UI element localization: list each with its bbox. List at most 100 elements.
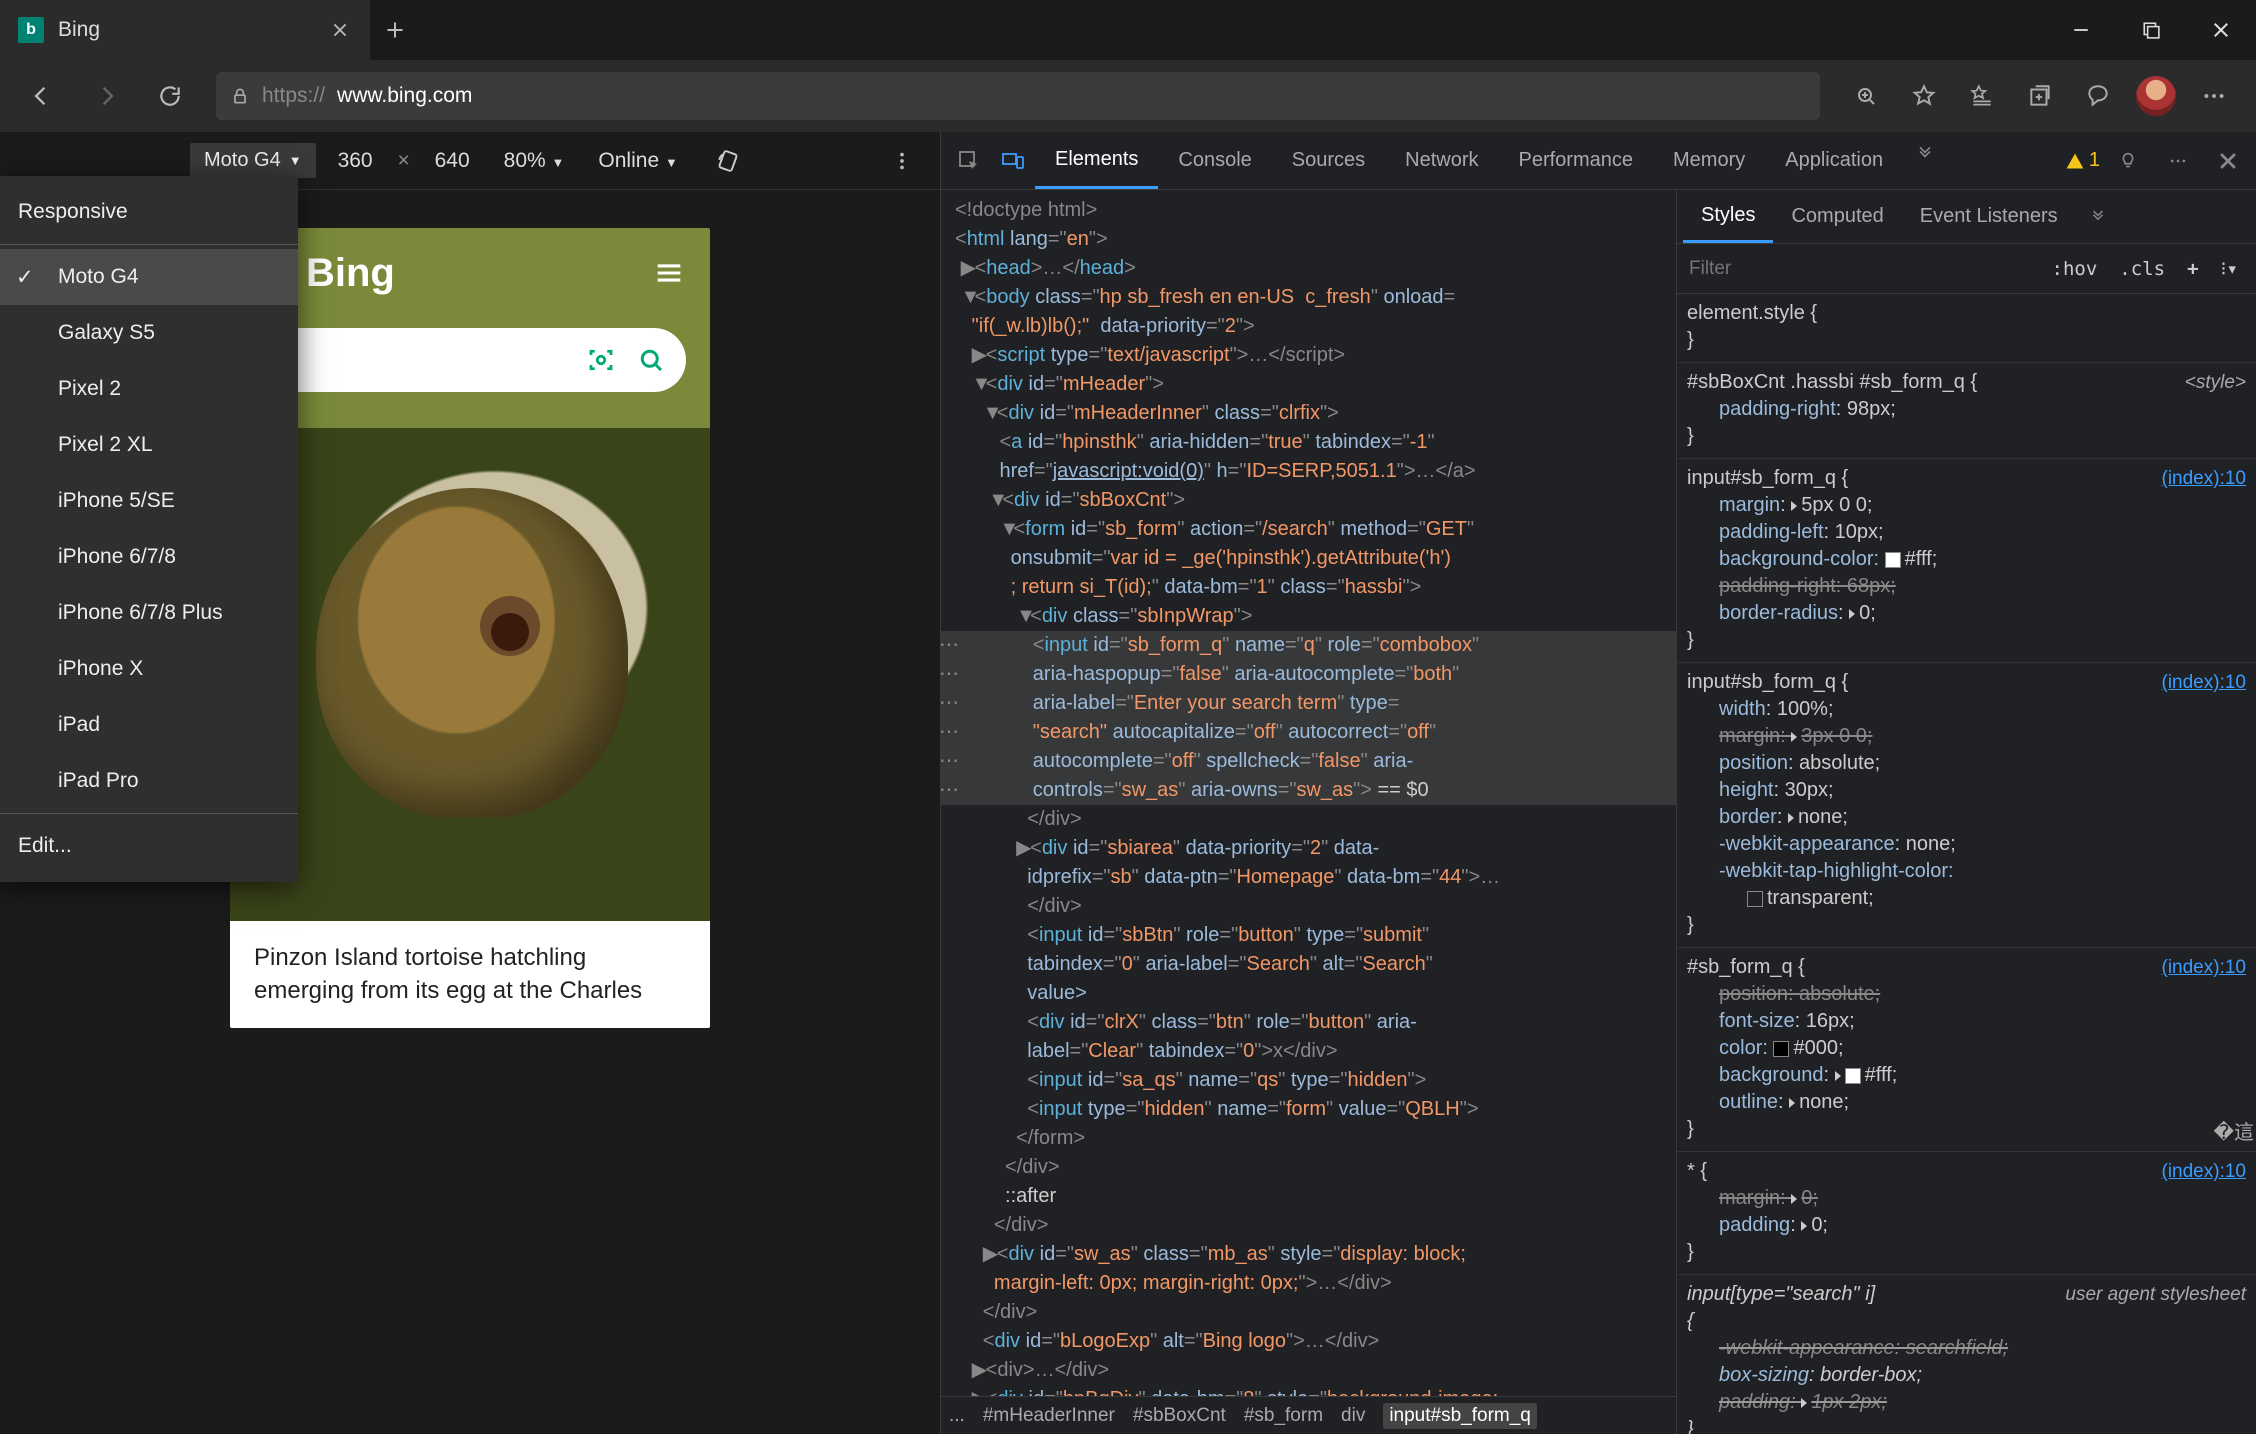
rule-source: user agent stylesheet <box>2065 1281 2246 1308</box>
rule-source[interactable]: (index):10 <box>2162 1158 2247 1185</box>
new-issues-button[interactable] <box>2106 139 2150 183</box>
hov-toggle[interactable]: :hov <box>2046 258 2104 280</box>
dom-tree[interactable]: <!doctype html> <html lang="en"> ▶<head>… <box>941 190 1676 1396</box>
window-controls <box>2046 0 2256 60</box>
device-menu-item[interactable]: iPad Pro <box>0 753 298 809</box>
zoom-dropdown[interactable]: 80% ▼ <box>492 149 577 173</box>
back-button[interactable] <box>14 68 70 124</box>
device-menu-item[interactable]: iPhone X <box>0 641 298 697</box>
styles-rules[interactable]: element.style { } #sbBoxCnt .hassbi #sb_… <box>1677 294 2256 1434</box>
tab-styles[interactable]: Styles <box>1683 190 1773 243</box>
feedback-button[interactable] <box>2070 68 2126 124</box>
more-tabs-button[interactable] <box>1903 132 1947 176</box>
hamburger-button[interactable] <box>652 256 686 290</box>
url-field[interactable]: https:// www.bing.com <box>216 72 1820 120</box>
new-style-rule-button[interactable]: + <box>2181 258 2204 280</box>
favorite-button[interactable] <box>1896 68 1952 124</box>
menu-separator <box>0 244 298 245</box>
new-tab-button[interactable] <box>370 0 420 60</box>
device-label: Moto G4 <box>204 149 281 172</box>
forward-button[interactable] <box>78 68 134 124</box>
search-box[interactable] <box>254 328 686 392</box>
settings-button[interactable] <box>2156 139 2200 183</box>
browser-tab[interactable]: b Bing <box>0 0 370 60</box>
bing-header: Bing <box>230 228 710 318</box>
tab-sources[interactable]: Sources <box>1272 132 1385 189</box>
close-window-button[interactable] <box>2186 0 2256 60</box>
device-menu-item[interactable]: iPhone 6/7/8 <box>0 529 298 585</box>
inspect-button[interactable] <box>947 139 991 183</box>
tab-console[interactable]: Console <box>1158 132 1271 189</box>
url-host: www.bing.com <box>337 84 472 108</box>
maximize-button[interactable] <box>2116 0 2186 60</box>
refresh-button[interactable] <box>142 68 198 124</box>
favorites-bar-button[interactable] <box>1954 68 2010 124</box>
hero-image: Pinzon Island tortoise hatchling emergin… <box>230 428 710 1028</box>
device-menu-responsive[interactable]: Responsive <box>0 184 298 240</box>
minimize-button[interactable] <box>2046 0 2116 60</box>
dimension-separator: × <box>395 149 413 173</box>
crumb[interactable]: div <box>1341 1405 1365 1427</box>
bing-favicon: b <box>18 17 44 43</box>
hero-caption: Pinzon Island tortoise hatchling emergin… <box>230 921 710 1028</box>
close-devtools-button[interactable] <box>2206 139 2250 183</box>
tab-performance[interactable]: Performance <box>1499 132 1654 189</box>
profile-button[interactable] <box>2128 68 2184 124</box>
device-menu-button[interactable] <box>874 133 930 189</box>
tab-event-listeners[interactable]: Event Listeners <box>1902 190 2076 243</box>
crumb[interactable]: input#sb_form_q <box>1383 1403 1537 1429</box>
device-toolbar: Moto G4 ▼ 360 × 640 80% ▼ Online ▼ Respo… <box>0 132 940 190</box>
device-dropdown[interactable]: Moto G4 ▼ <box>190 143 316 178</box>
menu-button[interactable] <box>2186 68 2242 124</box>
device-menu-popup: Responsive Moto G4 Galaxy S5 Pixel 2 Pix… <box>0 176 298 882</box>
crumb[interactable]: #sbBoxCnt <box>1133 1405 1226 1427</box>
titlebar: b Bing <box>0 0 2256 60</box>
device-menu-item[interactable]: Pixel 2 XL <box>0 417 298 473</box>
styles-tabs: Styles Computed Event Listeners <box>1677 190 2256 244</box>
more-styles-tabs-button[interactable] <box>2076 195 2120 239</box>
device-frame[interactable]: Bing Pinzon Island tortoise hatchling em… <box>230 228 710 1028</box>
camera-search-icon[interactable] <box>586 345 616 375</box>
device-mode-button[interactable] <box>991 139 1035 183</box>
styles-filter-bar: :hov .cls + ⁝▾ <box>1677 244 2256 294</box>
tab-computed[interactable]: Computed <box>1773 190 1901 243</box>
collections-button[interactable] <box>2012 68 2068 124</box>
device-menu-item[interactable]: Pixel 2 <box>0 361 298 417</box>
device-menu-edit[interactable]: Edit... <box>0 818 298 874</box>
breadcrumb[interactable]: ... #mHeaderInner #sbBoxCnt #sb_form div… <box>941 1396 1676 1434</box>
address-bar: https:// www.bing.com <box>0 60 2256 132</box>
device-menu-item[interactable]: iPhone 5/SE <box>0 473 298 529</box>
device-width[interactable]: 360 <box>326 149 385 173</box>
device-menu-item[interactable]: Galaxy S5 <box>0 305 298 361</box>
menu-separator <box>0 813 298 814</box>
crumb[interactable]: ... <box>949 1405 965 1427</box>
warnings-badge[interactable]: 1 <box>2065 149 2100 172</box>
rotate-button[interactable] <box>700 133 756 189</box>
crumb[interactable]: #mHeaderInner <box>983 1405 1115 1427</box>
device-height[interactable]: 640 <box>423 149 482 173</box>
zoom-icon[interactable] <box>1838 68 1894 124</box>
rule-source[interactable]: (index):10 <box>2162 669 2247 696</box>
network-dropdown[interactable]: Online ▼ <box>586 149 689 173</box>
cls-toggle[interactable]: .cls <box>2113 258 2171 280</box>
crumb[interactable]: #sb_form <box>1244 1405 1323 1427</box>
device-menu-item[interactable]: iPhone 6/7/8 Plus <box>0 585 298 641</box>
styles-more-button[interactable]: ⁝▾ <box>2215 258 2244 280</box>
close-tab-button[interactable] <box>328 18 352 42</box>
tab-network[interactable]: Network <box>1385 132 1498 189</box>
device-menu-item[interactable]: Moto G4 <box>0 249 298 305</box>
rule-source[interactable]: (index):10 <box>2162 465 2247 492</box>
tab-elements[interactable]: Elements <box>1035 132 1158 189</box>
styles-filter-input[interactable] <box>1689 258 2036 280</box>
lock-icon <box>230 86 250 106</box>
devtools-topbar: Elements Console Sources Network Perform… <box>941 132 2256 190</box>
tab-memory[interactable]: Memory <box>1653 132 1765 189</box>
search-icon[interactable] <box>636 345 666 375</box>
tab-application[interactable]: Application <box>1765 132 1903 189</box>
tab-title: Bing <box>58 18 314 42</box>
device-menu-item[interactable]: iPad <box>0 697 298 753</box>
bing-logo-text: Bing <box>306 251 395 296</box>
url-scheme: https:// <box>262 84 325 108</box>
rule-source[interactable]: <style> <box>2185 369 2246 396</box>
rule-source[interactable]: (index):10 <box>2162 954 2247 981</box>
